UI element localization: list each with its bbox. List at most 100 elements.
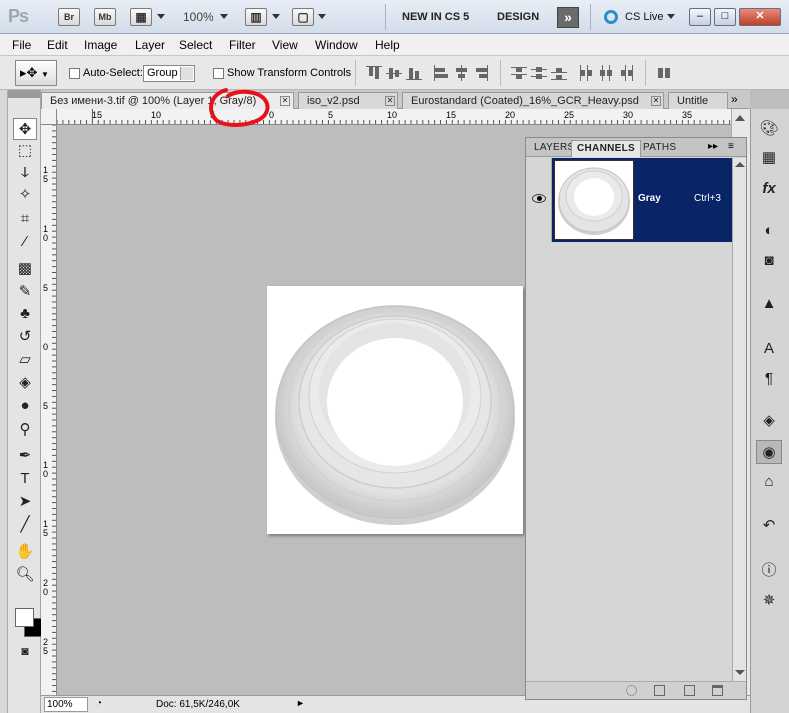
tab-paths[interactable]: PATHS xyxy=(638,140,681,157)
pen-tool-icon[interactable]: ✒ xyxy=(13,445,37,467)
cs-live-dropdown-icon[interactable] xyxy=(667,14,675,19)
dodge-tool-icon[interactable]: ⚲ xyxy=(13,419,37,441)
paint-bucket-tool-icon[interactable]: ◈ xyxy=(13,372,37,394)
tab-channels[interactable]: CHANNELS xyxy=(571,140,641,157)
foreground-color-swatch[interactable] xyxy=(15,608,34,627)
document-size-info[interactable]: Doc: 61,5K/246,0K xyxy=(156,699,240,710)
layers-panel-icon[interactable]: ◈ xyxy=(756,409,782,433)
menu-layer[interactable]: Layer xyxy=(135,38,165,52)
tab-bez-imeni-3[interactable]: Без имени-3.tif @ 100% (Layer 1, Gray/8)… xyxy=(41,92,294,109)
bridge-button[interactable]: Br xyxy=(58,8,80,26)
arrange-documents-icon[interactable]: ▥ xyxy=(245,8,267,26)
tab-eurostandard[interactable]: Eurostandard (Coated)_16%_GCR_Heavy.psd … xyxy=(402,92,664,109)
navigator-panel-icon[interactable]: ✵ xyxy=(756,589,782,613)
tools-panel-header[interactable] xyxy=(8,90,40,98)
auto-select-dropdown[interactable]: Group xyxy=(143,65,195,82)
zoom-tool-icon[interactable]: 🔍︎ xyxy=(13,564,37,586)
quick-selection-tool-icon[interactable]: ✧ xyxy=(13,184,37,206)
cs-live-button[interactable]: CS Live xyxy=(625,11,664,23)
zoom-input[interactable]: 100% xyxy=(44,697,88,712)
view-extras-dropdown-icon[interactable] xyxy=(157,14,165,19)
close-tab-icon[interactable]: ✕ xyxy=(651,96,661,106)
distribute-bottom-edges-icon[interactable] xyxy=(551,65,567,81)
collapse-panel-icon[interactable]: ▸▸ xyxy=(708,141,718,152)
paragraph-panel-icon[interactable]: ¶ xyxy=(756,367,782,391)
crop-tool-icon[interactable]: ⌗ xyxy=(13,208,37,230)
tool-preset-picker[interactable]: ▸✥ ▼ xyxy=(15,60,57,86)
new-channel-icon[interactable] xyxy=(684,685,695,696)
menu-filter[interactable]: Filter xyxy=(229,38,256,52)
workspace-new-in-cs5[interactable]: NEW IN CS 5 xyxy=(402,11,469,23)
zoom-level[interactable]: 100% xyxy=(183,10,214,24)
menu-image[interactable]: Image xyxy=(84,38,117,52)
distribute-left-edges-icon[interactable] xyxy=(578,65,594,81)
styles-panel-icon[interactable]: fx xyxy=(756,177,782,201)
healing-brush-tool-icon[interactable]: ▩ xyxy=(13,258,37,280)
horizontal-ruler[interactable]: 15105051015202530354045 xyxy=(57,109,750,125)
channels-panel-icon[interactable]: ◉ xyxy=(756,440,782,464)
distribute-horizontal-centers-icon[interactable] xyxy=(598,65,614,81)
path-selection-tool-icon[interactable]: ➤ xyxy=(13,491,37,513)
restore-button[interactable]: □ xyxy=(714,8,736,26)
align-bottom-edges-icon[interactable] xyxy=(406,65,422,81)
zoom-dropdown-icon[interactable] xyxy=(220,14,228,19)
masks-panel-icon[interactable]: ◙ xyxy=(756,249,782,273)
status-icon[interactable]: ◔ xyxy=(96,698,102,709)
load-channel-as-selection-icon[interactable] xyxy=(626,685,637,696)
document-canvas[interactable] xyxy=(267,286,523,534)
menu-help[interactable]: Help xyxy=(375,38,400,52)
swatches-panel-icon[interactable]: ▦ xyxy=(756,146,782,170)
panel-scroll-down-icon[interactable] xyxy=(735,670,745,675)
save-selection-as-channel-icon[interactable] xyxy=(654,685,665,696)
vertical-ruler[interactable]: 15105051015202530 xyxy=(41,125,57,695)
line-tool-icon[interactable]: ╱ xyxy=(13,514,37,536)
delete-channel-icon[interactable] xyxy=(712,685,723,696)
color-panel-icon[interactable]: 🎨︎ xyxy=(756,117,782,141)
close-tab-icon[interactable]: ✕ xyxy=(280,96,290,106)
paths-panel-icon[interactable]: ⌂ xyxy=(756,470,782,494)
character-panel-icon[interactable]: A xyxy=(756,337,782,361)
marquee-tool-icon[interactable]: ⬚ xyxy=(13,140,37,162)
history-brush-tool-icon[interactable]: ↺ xyxy=(13,326,37,348)
distribute-vertical-centers-icon[interactable] xyxy=(531,65,547,81)
menu-file[interactable]: File xyxy=(12,38,31,52)
menu-edit[interactable]: Edit xyxy=(47,38,68,52)
align-horizontal-centers-icon[interactable] xyxy=(453,65,469,81)
brush-tool-icon[interactable]: ✎ xyxy=(13,281,37,303)
auto-select-checkbox[interactable] xyxy=(69,68,80,79)
menu-view[interactable]: View xyxy=(272,38,298,52)
screen-mode-dropdown-icon[interactable] xyxy=(318,14,326,19)
panel-menu-icon[interactable]: ≡ xyxy=(728,141,734,152)
more-workspaces-button[interactable]: » xyxy=(557,7,579,28)
histogram-panel-icon[interactable]: ▲ xyxy=(756,292,782,316)
close-tab-icon[interactable]: ✕ xyxy=(385,96,395,106)
distribute-top-edges-icon[interactable] xyxy=(511,65,527,81)
eraser-tool-icon[interactable]: ▱ xyxy=(13,349,37,371)
type-tool-icon[interactable]: T xyxy=(13,468,37,490)
minimize-button[interactable]: – xyxy=(689,8,711,26)
adjustments-panel-icon[interactable]: ◐ xyxy=(756,219,782,243)
ruler-origin[interactable] xyxy=(41,109,57,125)
quick-mask-icon[interactable]: ◙ xyxy=(13,640,37,662)
workspace-design[interactable]: DESIGN xyxy=(497,11,539,23)
status-menu-arrow-icon[interactable]: ► xyxy=(296,698,305,708)
mini-bridge-button[interactable]: Mb xyxy=(94,8,116,26)
cs-live-icon[interactable] xyxy=(604,10,618,24)
distribute-right-edges-icon[interactable] xyxy=(618,65,634,81)
align-right-edges-icon[interactable] xyxy=(473,65,489,81)
eyedropper-tool-icon[interactable]: ⁄ xyxy=(13,231,37,253)
info-panel-icon[interactable]: ⓘ xyxy=(756,559,782,583)
eye-icon[interactable] xyxy=(532,194,546,203)
panel-scroll-up-icon[interactable] xyxy=(735,162,745,167)
history-panel-icon[interactable]: ↶ xyxy=(756,514,782,538)
channel-visibility-toggle[interactable] xyxy=(526,158,552,242)
auto-align-layers-icon[interactable] xyxy=(656,65,672,81)
arrange-dropdown-icon[interactable] xyxy=(272,14,280,19)
tab-iso-v2[interactable]: iso_v2.psd ✕ xyxy=(298,92,398,109)
clone-stamp-tool-icon[interactable]: ♣ xyxy=(13,303,37,325)
screen-mode-icon[interactable]: ▢ xyxy=(292,8,314,26)
align-vertical-centers-icon[interactable] xyxy=(386,65,402,81)
menu-select[interactable]: Select xyxy=(179,38,212,52)
show-transform-controls-checkbox[interactable] xyxy=(213,68,224,79)
view-extras-icon[interactable]: ▦ xyxy=(130,8,152,26)
